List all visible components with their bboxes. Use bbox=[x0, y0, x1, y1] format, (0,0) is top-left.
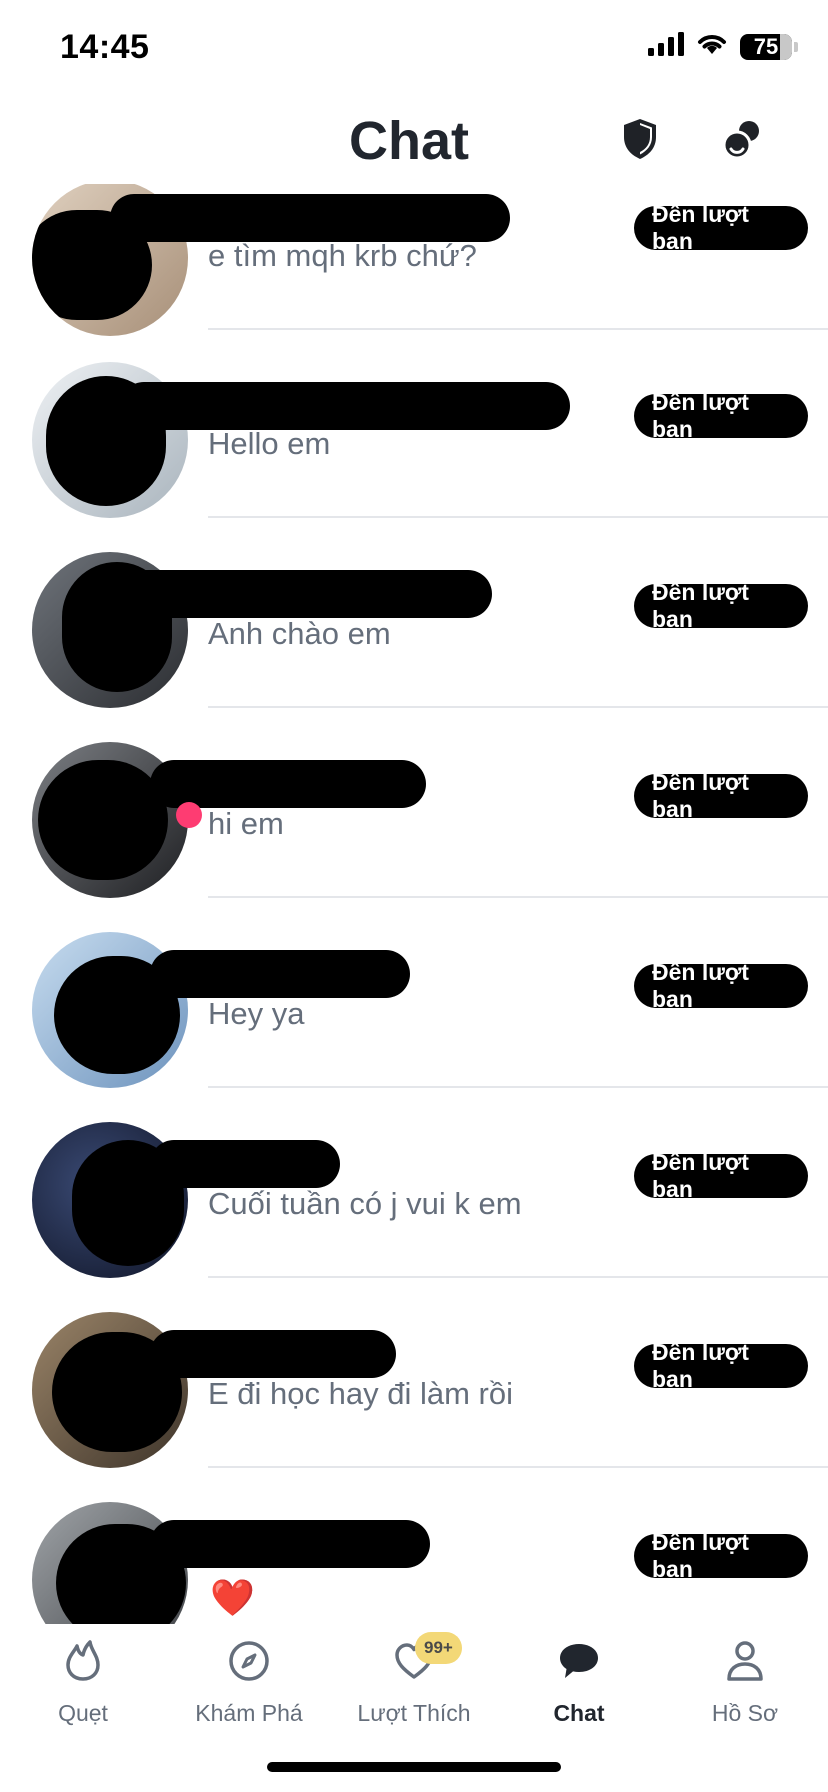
redaction-mark bbox=[38, 760, 168, 880]
header: Chat bbox=[0, 100, 828, 184]
name-redaction bbox=[150, 1330, 396, 1378]
chat-bubble-icon bbox=[556, 1638, 602, 1684]
compass-icon bbox=[226, 1638, 272, 1684]
chat-row[interactable]: ❤️ Đến lượt bạn bbox=[0, 1490, 828, 1624]
your-turn-badge: Đến lượt bạn bbox=[634, 1149, 808, 1202]
nav-chat-label: Chat bbox=[553, 1700, 605, 1726]
your-turn-badge: Đến lượt bạn bbox=[634, 389, 808, 442]
nav-likes[interactable]: 99+ Lượt Thích bbox=[331, 1632, 497, 1748]
your-turn-badge: Đến lượt bạn bbox=[634, 579, 808, 632]
row-divider bbox=[208, 896, 828, 898]
likes-count-badge: 99+ bbox=[415, 1632, 462, 1664]
row-divider bbox=[208, 1466, 828, 1468]
heart-icon: 99+ bbox=[391, 1632, 462, 1684]
shield-icon bbox=[620, 117, 660, 166]
chat-row[interactable]: E đi học hay đi làm rồi Đến lượt bạn bbox=[0, 1300, 828, 1490]
last-message: E đi học hay đi làm rồi bbox=[208, 1376, 513, 1411]
your-turn-badge: Đến lượt bạn bbox=[634, 769, 808, 822]
chat-row[interactable]: e tìm mqh krb chứ? Đến lượt bạn bbox=[0, 184, 828, 350]
name-redaction bbox=[150, 1140, 340, 1188]
battery-level: 75 bbox=[753, 33, 779, 59]
battery-tip bbox=[794, 41, 798, 52]
nav-explore[interactable]: Khám Phá bbox=[166, 1638, 332, 1748]
signal-icon bbox=[648, 32, 684, 61]
your-turn-badge: Đến lượt bạn bbox=[634, 201, 808, 254]
last-message: Hey ya bbox=[208, 996, 305, 1031]
status-bar: 14:45 75 bbox=[0, 0, 828, 100]
row-divider bbox=[208, 706, 828, 708]
last-message: Hello em bbox=[208, 426, 331, 461]
chat-row[interactable]: Hey ya Đến lượt bạn bbox=[0, 920, 828, 1110]
row-divider bbox=[208, 516, 828, 518]
wifi-icon bbox=[696, 32, 728, 61]
people-icon bbox=[721, 117, 765, 166]
home-indicator[interactable] bbox=[267, 1762, 561, 1772]
status-icons: 75 bbox=[648, 32, 798, 61]
battery-empty-part bbox=[780, 33, 792, 60]
name-redaction bbox=[120, 570, 492, 618]
last-message: Cuối tuần có j vui k em bbox=[208, 1186, 522, 1221]
status-time: 14:45 bbox=[60, 28, 150, 66]
name-redaction bbox=[120, 382, 570, 430]
name-redaction bbox=[150, 1520, 430, 1568]
your-turn-badge: Đến lượt bạn bbox=[634, 1339, 808, 1392]
flame-icon bbox=[60, 1638, 106, 1684]
name-redaction bbox=[150, 760, 426, 808]
group-button[interactable] bbox=[720, 118, 766, 164]
your-turn-badge: Đến lượt bạn bbox=[634, 959, 808, 1012]
last-message: hi em bbox=[208, 806, 284, 841]
last-message: e tìm mqh krb chứ? bbox=[208, 238, 477, 273]
row-divider bbox=[208, 328, 828, 330]
page-title: Chat bbox=[349, 111, 469, 171]
new-match-dot bbox=[176, 802, 202, 828]
safety-button[interactable] bbox=[617, 118, 663, 164]
chat-row[interactable]: Cuối tuần có j vui k em Đến lượt bạn bbox=[0, 1110, 828, 1300]
last-message: Anh chào em bbox=[208, 616, 391, 651]
name-redaction bbox=[150, 950, 410, 998]
chat-screen: 14:45 75 Chat e tìm mqh krb chứ? Đến lượ… bbox=[0, 0, 828, 1792]
battery-indicator: 75 bbox=[740, 33, 792, 60]
last-message-heart: ❤️ bbox=[210, 1577, 255, 1618]
person-icon bbox=[722, 1638, 768, 1684]
chat-list[interactable]: e tìm mqh krb chứ? Đến lượt bạn Hello em… bbox=[0, 184, 828, 1624]
row-divider bbox=[208, 1276, 828, 1278]
nav-swipe[interactable]: Quẹt bbox=[0, 1638, 166, 1748]
chat-row[interactable]: Hello em Đến lượt bạn bbox=[0, 350, 828, 540]
nav-swipe-label: Quẹt bbox=[58, 1700, 108, 1726]
chat-row[interactable]: hi em Đến lượt bạn bbox=[0, 730, 828, 920]
nav-explore-label: Khám Phá bbox=[195, 1700, 303, 1726]
chat-row[interactable]: Anh chào em Đến lượt bạn bbox=[0, 540, 828, 730]
nav-likes-label: Lượt Thích bbox=[357, 1700, 471, 1726]
nav-chat[interactable]: Chat bbox=[496, 1638, 662, 1748]
your-turn-badge: Đến lượt bạn bbox=[634, 1529, 808, 1582]
name-redaction bbox=[110, 194, 510, 242]
bottom-nav: Quẹt Khám Phá 99+ Lượt Thích Chat Hồ Sơ bbox=[0, 1624, 828, 1764]
nav-profile-label: Hồ Sơ bbox=[711, 1700, 779, 1726]
row-divider bbox=[208, 1086, 828, 1088]
nav-profile[interactable]: Hồ Sơ bbox=[662, 1638, 828, 1748]
